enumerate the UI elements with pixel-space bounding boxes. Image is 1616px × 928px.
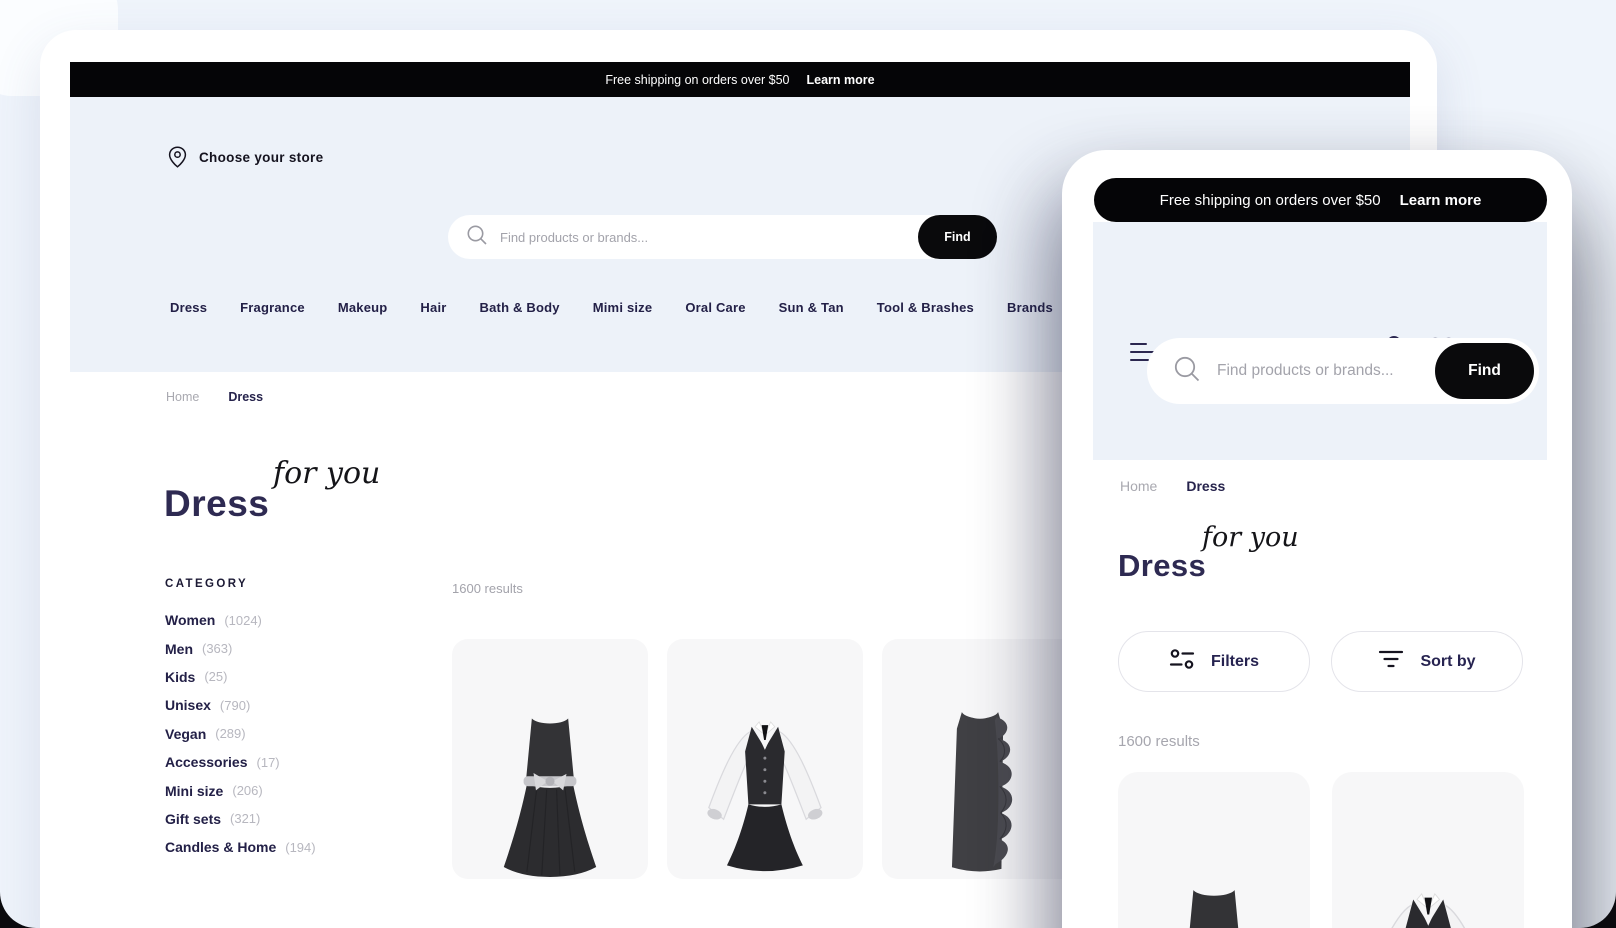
mobile-breadcrumb: Home Dress [1120,478,1225,494]
store-selector[interactable]: Choose your store [168,146,323,168]
nav-item-makeup[interactable]: Makeup [338,300,388,315]
mobile-results-count: 1600 results [1118,733,1200,750]
mobile-search-input[interactable] [1217,362,1437,380]
nav-item-tool-brashes[interactable]: Tool & Brashes [877,300,974,315]
product-card-vest-shirt-outfit[interactable] [667,639,863,879]
breadcrumb: Home Dress [166,390,263,404]
mobile-search-icon [1173,355,1201,388]
category-item-unisex[interactable]: Unisex (790) [165,691,316,719]
category-label: Mini size [165,783,223,799]
page-title: Dress [164,483,269,525]
search-bar: Find [448,215,997,259]
filters-button[interactable]: Filters [1118,631,1310,692]
mobile-find-button[interactable]: Find [1435,343,1534,399]
breadcrumb-current: Dress [228,390,263,404]
results-count: 1600 results [452,581,523,596]
mobile-page-title: Dress [1118,548,1206,584]
category-count: (790) [220,698,250,713]
find-button[interactable]: Find [918,215,997,259]
category-count: (1024) [224,613,262,628]
category-count: (206) [232,783,262,798]
mobile-breadcrumb-current: Dress [1186,478,1225,494]
mobile-product-grid [1118,772,1524,928]
product-card-ruffle-dress[interactable] [882,639,1078,879]
category-count: (363) [202,641,232,656]
sort-icon [1378,648,1404,675]
mobile-hero-flourish: for you [1202,522,1299,553]
category-item-gift-sets[interactable]: Gift sets (321) [165,805,316,833]
store-selector-label: Choose your store [199,150,323,165]
mobile-promo-banner: Free shipping on orders over $50 Learn m… [1094,178,1547,222]
category-item-men[interactable]: Men (363) [165,634,316,662]
category-item-accessories[interactable]: Accessories (17) [165,748,316,776]
mobile-breadcrumb-home[interactable]: Home [1120,478,1157,494]
mobile-search-bar: Find [1147,338,1539,404]
category-count: (17) [257,755,280,770]
nav-item-mimi-size[interactable]: Mimi size [593,300,653,315]
mobile-site-header: Find [1093,222,1547,460]
category-count: (289) [215,726,245,741]
category-label: Women [165,612,215,628]
category-label: Accessories [165,754,248,770]
nav-item-oral-care[interactable]: Oral Care [685,300,745,315]
sort-button-label: Sort by [1420,653,1475,671]
category-label: Vegan [165,726,206,742]
breadcrumb-home[interactable]: Home [166,390,199,404]
nav-item-bath-body[interactable]: Bath & Body [480,300,560,315]
category-label: Unisex [165,697,211,713]
product-grid [452,639,1078,879]
promo-banner-text: Free shipping on orders over $50 [605,73,789,87]
nav-item-sun-tan[interactable]: Sun & Tan [779,300,844,315]
category-item-vegan[interactable]: Vegan (289) [165,720,316,748]
nav-item-dress[interactable]: Dress [170,300,207,315]
category-item-candles-home[interactable]: Candles & Home (194) [165,833,316,861]
promo-banner: Free shipping on orders over $50 Learn m… [70,62,1410,97]
mobile-product-card-vest-shirt-outfit[interactable] [1332,772,1524,928]
nav-item-fragrance[interactable]: Fragrance [240,300,305,315]
primary-nav: Dress Fragrance Makeup Hair Bath & Body Mimi … [170,300,1096,315]
category-label: Kids [165,669,195,685]
category-heading: CATEGORY [165,578,248,590]
filter-sort-row: Filters Sort by [1118,631,1523,692]
category-item-mini-size[interactable]: Mini size (206) [165,776,316,804]
mobile-learn-more-link[interactable]: Learn more [1400,192,1482,209]
category-count: (194) [285,840,315,855]
category-list: Women (1024) Men (363) Kids (25) Unisex (790) Ve… [165,606,316,862]
nav-item-brands[interactable]: Brands [1007,300,1053,315]
location-pin-icon [168,146,187,168]
category-item-kids[interactable]: Kids (25) [165,663,316,691]
mobile-device-card: Free shipping on orders over $50 Learn m… [1062,150,1572,928]
filters-icon [1169,647,1195,676]
category-label: Candles & Home [165,839,276,855]
search-icon [466,224,488,251]
category-label: Men [165,641,193,657]
category-item-women[interactable]: Women (1024) [165,606,316,634]
category-label: Gift sets [165,811,221,827]
sort-by-button[interactable]: Sort by [1331,631,1523,692]
category-count: (25) [204,669,227,684]
filters-button-label: Filters [1211,653,1259,671]
mobile-promo-banner-text: Free shipping on orders over $50 [1160,192,1381,209]
mobile-product-card-belted-dress[interactable] [1118,772,1310,928]
mockup-canvas: Free shipping on orders over $50 Learn m… [0,0,1616,928]
nav-item-hair[interactable]: Hair [420,300,446,315]
hero-flourish: for you [273,456,380,491]
learn-more-link[interactable]: Learn more [807,73,875,87]
category-count: (321) [230,811,260,826]
product-card-belted-dress[interactable] [452,639,648,879]
search-input[interactable] [500,230,830,245]
